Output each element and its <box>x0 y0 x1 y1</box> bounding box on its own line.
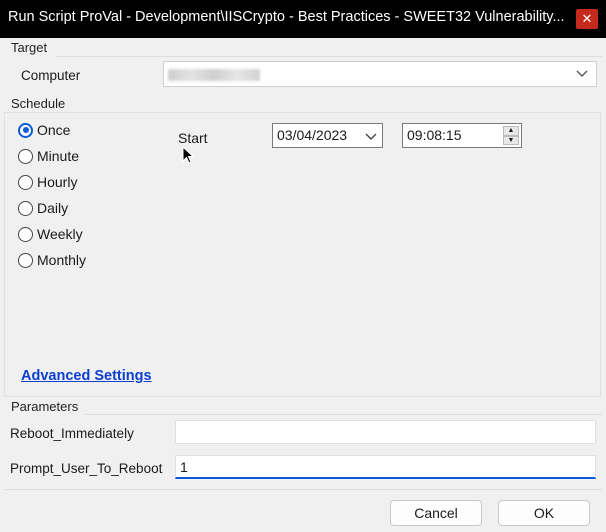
advanced-settings-link[interactable]: Advanced Settings <box>21 368 152 384</box>
radio-monthly-label: Monthly <box>37 252 87 268</box>
radio-weekly-label: Weekly <box>37 226 83 242</box>
footer-divider <box>4 489 602 490</box>
param-label-reboot-immediately: Reboot_Immediately <box>10 426 134 441</box>
spin-down-icon[interactable]: ▼ <box>503 135 519 145</box>
radio-unchecked-icon <box>18 148 33 164</box>
radio-unchecked-icon <box>18 252 33 268</box>
mouse-cursor-icon <box>182 146 194 164</box>
schedule-panel <box>4 112 601 397</box>
radio-daily[interactable]: Daily <box>18 198 68 218</box>
radio-hourly[interactable]: Hourly <box>18 172 77 192</box>
param-input-reboot-immediately[interactable] <box>175 420 596 444</box>
param-label-prompt-user-to-reboot: Prompt_User_To_Reboot <box>10 461 163 476</box>
start-date-picker[interactable]: 03/04/2023 <box>272 123 383 148</box>
target-section-label: Target <box>11 40 48 55</box>
radio-daily-label: Daily <box>37 200 69 216</box>
window-title: Run Script ProVal - Development\IISCrypt… <box>8 9 565 25</box>
chevron-down-icon <box>365 133 377 140</box>
start-date-value: 03/04/2023 <box>277 127 348 143</box>
radio-once-label: Once <box>37 122 71 138</box>
parameters-divider <box>84 414 602 415</box>
radio-weekly[interactable]: Weekly <box>18 224 83 244</box>
close-icon: ✕ <box>581 11 593 26</box>
time-spinner[interactable]: ▲ ▼ <box>503 126 519 145</box>
start-time-picker[interactable]: 09:08:15 ▲ ▼ <box>402 123 522 148</box>
radio-monthly[interactable]: Monthly <box>18 250 86 270</box>
radio-checked-icon <box>18 122 33 138</box>
radio-minute-label: Minute <box>37 148 80 164</box>
start-label: Start <box>178 130 208 146</box>
computer-select[interactable] <box>163 61 597 87</box>
target-divider <box>56 56 602 57</box>
computer-value-redacted <box>168 69 260 81</box>
ok-button[interactable]: OK <box>498 500 590 526</box>
radio-unchecked-icon <box>18 200 33 216</box>
radio-once[interactable]: Once <box>18 120 70 140</box>
spin-up-icon[interactable]: ▲ <box>503 126 519 136</box>
schedule-section-label: Schedule <box>11 96 66 111</box>
title-bar: Run Script ProVal - Development\IISCrypt… <box>0 0 606 38</box>
radio-minute[interactable]: Minute <box>18 146 79 166</box>
computer-label: Computer <box>21 68 81 83</box>
radio-unchecked-icon <box>18 226 33 242</box>
param-input-prompt-user-to-reboot[interactable]: 1 <box>175 455 596 479</box>
chevron-down-icon <box>576 70 588 77</box>
cancel-button[interactable]: Cancel <box>390 500 482 526</box>
radio-hourly-label: Hourly <box>37 174 78 190</box>
radio-unchecked-icon <box>18 174 33 190</box>
parameters-section-label: Parameters <box>11 399 79 414</box>
start-time-value: 09:08:15 <box>407 127 462 143</box>
close-button[interactable]: ✕ <box>576 9 598 29</box>
